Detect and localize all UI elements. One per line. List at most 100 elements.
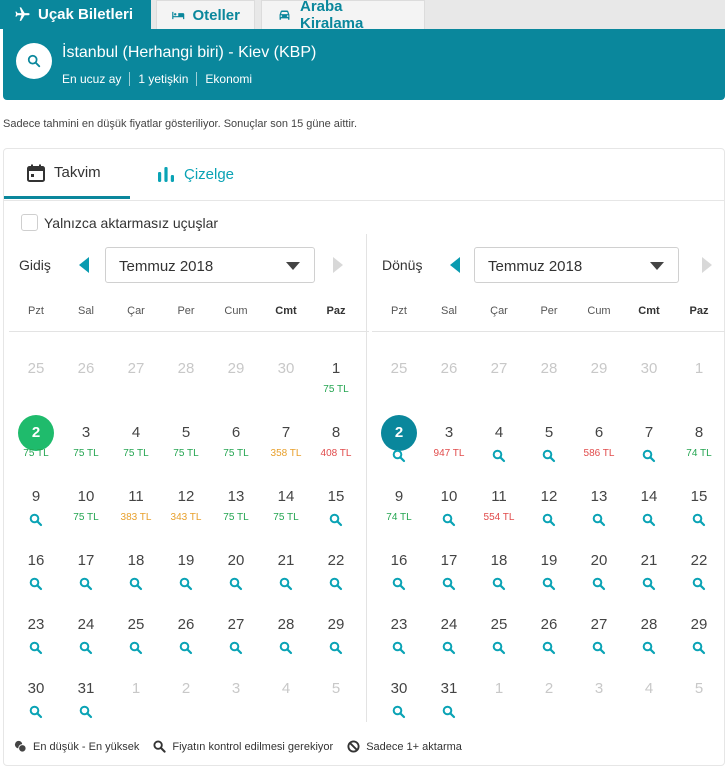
day-cell[interactable]: 12 343 TL	[161, 479, 211, 537]
day-cell[interactable]: 20	[574, 543, 624, 601]
weekday-label: Cum	[587, 305, 611, 317]
day-cell: 1	[111, 671, 161, 729]
nonstop-checkbox[interactable]	[21, 214, 38, 231]
day-cell[interactable]: 21	[624, 543, 674, 601]
day-cell[interactable]: 28	[261, 607, 311, 665]
day-cell[interactable]: 13	[574, 479, 624, 537]
day-cell[interactable]: 19	[161, 543, 211, 601]
day-number: 3	[81, 424, 91, 441]
search-icon	[27, 54, 41, 68]
search-icon	[542, 449, 556, 463]
day-cell[interactable]: 16	[11, 543, 61, 601]
outbound-month-value: Temmuz 2018	[119, 258, 214, 275]
day-number: 18	[490, 552, 508, 569]
day-number: 26	[77, 360, 95, 377]
search-icon	[129, 577, 143, 591]
tab-car-rental[interactable]: Araba Kiralama	[261, 0, 425, 32]
day-cell[interactable]: 31	[424, 671, 474, 729]
day-number: 21	[277, 552, 295, 569]
day-cell[interactable]: 10	[424, 479, 474, 537]
day-cell[interactable]: 16	[374, 543, 424, 601]
day-cell: 25	[11, 351, 61, 409]
outbound-prev-month-icon[interactable]	[79, 257, 89, 273]
search-icon	[642, 577, 656, 591]
day-cell[interactable]: 23	[374, 607, 424, 665]
day-cell[interactable]: 30	[11, 671, 61, 729]
return-prev-month-icon[interactable]	[450, 257, 460, 273]
nonstop-option[interactable]: Yalnızca aktarmasız uçuşlar	[21, 214, 218, 231]
day-cell[interactable]: 10 75 TL	[61, 479, 111, 537]
outbound-next-month-icon[interactable]	[333, 257, 343, 273]
day-number: 24	[77, 616, 95, 633]
day-cell[interactable]: 15	[674, 479, 724, 537]
outbound-month-select[interactable]: Temmuz 2018	[105, 247, 315, 283]
day-cell[interactable]: 25	[111, 607, 161, 665]
tab-hotels[interactable]: Oteller	[156, 0, 255, 29]
day-number: 23	[27, 616, 45, 633]
day-cell[interactable]: 4	[474, 415, 524, 473]
tab-flights[interactable]: Uçak Biletleri	[0, 0, 151, 29]
search-button[interactable]	[16, 43, 52, 79]
day-cell[interactable]: 3 75 TL	[61, 415, 111, 473]
day-cell[interactable]: 29	[311, 607, 361, 665]
day-cell[interactable]: 17	[61, 543, 111, 601]
day-cell[interactable]: 6 75 TL	[211, 415, 261, 473]
search-icon	[542, 577, 556, 591]
day-cell[interactable]: 9	[11, 479, 61, 537]
search-icon	[442, 577, 456, 591]
day-cell[interactable]: 24	[424, 607, 474, 665]
day-cell[interactable]: 6 586 TL	[574, 415, 624, 473]
day-cell[interactable]: 25	[474, 607, 524, 665]
day-cell[interactable]: 24	[61, 607, 111, 665]
day-cell[interactable]: 7 358 TL	[261, 415, 311, 473]
day-cell[interactable]: 14	[624, 479, 674, 537]
day-cell[interactable]: 5 75 TL	[161, 415, 211, 473]
search-summary-banner[interactable]: İstanbul (Herhangi biri) - Kiev (KBP) En…	[3, 29, 725, 100]
day-cell[interactable]: 13 75 TL	[211, 479, 261, 537]
day-cell[interactable]: 3 947 TL	[424, 415, 474, 473]
day-cell[interactable]: 20	[211, 543, 261, 601]
day-cell[interactable]: 30	[374, 671, 424, 729]
day-cell[interactable]: 12	[524, 479, 574, 537]
search-icon	[153, 740, 167, 753]
day-cell[interactable]: 14 75 TL	[261, 479, 311, 537]
day-cell[interactable]: 27	[211, 607, 261, 665]
day-cell[interactable]: 5	[524, 415, 574, 473]
day-cell[interactable]: 8 74 TL	[674, 415, 724, 473]
day-price: 75 TL	[323, 384, 349, 395]
day-cell[interactable]: 1 75 TL	[311, 351, 361, 409]
day-cell[interactable]: 11 554 TL	[474, 479, 524, 537]
day-cell[interactable]: 4 75 TL	[111, 415, 161, 473]
tab-calendar[interactable]: Takvim	[4, 149, 130, 199]
day-cell[interactable]: 29	[674, 607, 724, 665]
tab-chart[interactable]: Çizelge	[156, 149, 234, 199]
selected-day-cell[interactable]: 2 75 TL	[11, 415, 61, 473]
search-icon	[329, 513, 343, 527]
day-cell[interactable]: 15	[311, 479, 361, 537]
selected-day-cell[interactable]: 2	[374, 415, 424, 473]
day-cell[interactable]: 26	[524, 607, 574, 665]
day-cell[interactable]: 31	[61, 671, 111, 729]
day-cell[interactable]: 19	[524, 543, 574, 601]
day-cell[interactable]: 18	[111, 543, 161, 601]
day-cell[interactable]: 22	[674, 543, 724, 601]
day-cell[interactable]: 28	[624, 607, 674, 665]
search-icon	[329, 577, 343, 591]
day-cell[interactable]: 9 74 TL	[374, 479, 424, 537]
day-cell[interactable]: 7	[624, 415, 674, 473]
day-cell: 28	[524, 351, 574, 409]
day-cell: 26	[424, 351, 474, 409]
day-cell[interactable]: 18	[474, 543, 524, 601]
return-next-month-icon[interactable]	[702, 257, 712, 273]
day-cell[interactable]: 21	[261, 543, 311, 601]
day-cell[interactable]: 17	[424, 543, 474, 601]
return-month-select[interactable]: Temmuz 2018	[474, 247, 679, 283]
day-number: 29	[327, 616, 345, 633]
day-cell[interactable]: 26	[161, 607, 211, 665]
notice-text: Sadece tahmini en düşük fiyatlar gösteri…	[3, 118, 358, 130]
day-cell[interactable]: 22	[311, 543, 361, 601]
day-cell[interactable]: 11 383 TL	[111, 479, 161, 537]
day-cell[interactable]: 8 408 TL	[311, 415, 361, 473]
day-cell[interactable]: 23	[11, 607, 61, 665]
day-cell[interactable]: 27	[574, 607, 624, 665]
